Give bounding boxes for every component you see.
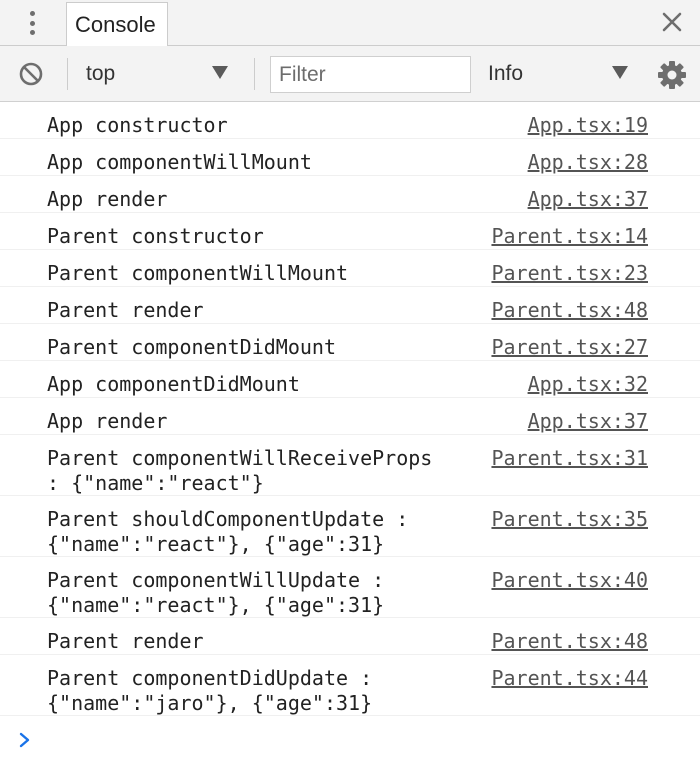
message-text: App render [47, 187, 168, 211]
console-message: App componentWillMount App.tsx:28 [0, 139, 700, 176]
message-text: Parent componentWillMount [47, 261, 349, 285]
divider [67, 58, 68, 90]
devtools-tabbar: Console [0, 0, 700, 47]
gear-icon[interactable] [656, 59, 688, 91]
console-message: Parent render Parent.tsx:48 [0, 618, 700, 655]
more-options-icon[interactable] [22, 9, 42, 37]
tab-console[interactable]: Console [66, 2, 168, 47]
message-text: Parent constructor [47, 224, 264, 248]
source-link[interactable]: Parent.tsx:27 [491, 335, 648, 360]
message-text: App componentDidMount [47, 372, 300, 396]
clear-console-icon[interactable] [18, 61, 44, 87]
close-icon[interactable] [658, 8, 686, 36]
source-link[interactable]: Parent.tsx:48 [491, 629, 648, 654]
message-text: Parent shouldComponentUpdate : {"name":"… [47, 507, 409, 556]
message-text: Parent render [47, 298, 204, 322]
console-message: App componentDidMount App.tsx:32 [0, 361, 700, 398]
source-link[interactable]: Parent.tsx:48 [491, 298, 648, 323]
console-message: Parent componentWillMount Parent.tsx:23 [0, 250, 700, 287]
context-selector[interactable]: top [86, 60, 115, 88]
console-message: Parent componentDidUpdate : {"name":"jar… [0, 655, 700, 716]
console-toolbar: top Info [0, 46, 700, 102]
message-text: Parent componentWillUpdate : {"name":"re… [47, 568, 385, 617]
source-link[interactable]: App.tsx:37 [528, 409, 648, 434]
context-dropdown-icon[interactable] [212, 66, 228, 79]
level-dropdown-icon[interactable] [612, 66, 628, 79]
message-text: App constructor [47, 113, 228, 137]
console-message: Parent componentDidMount Parent.tsx:27 [0, 324, 700, 361]
console-message: Parent shouldComponentUpdate : {"name":"… [0, 496, 700, 557]
source-link[interactable]: Parent.tsx:31 [491, 446, 648, 471]
message-text: Parent componentDidUpdate : {"name":"jar… [47, 666, 373, 715]
message-text: Parent componentWillReceiveProps : {"nam… [47, 446, 433, 495]
message-text: App componentWillMount [47, 150, 312, 174]
console-message: Parent componentWillUpdate : {"name":"re… [0, 557, 700, 618]
source-link[interactable]: Parent.tsx:23 [491, 261, 648, 286]
source-link[interactable]: Parent.tsx:40 [491, 568, 648, 593]
console-messages: App constructor App.tsx:19 App componentWi… [0, 102, 700, 716]
console-message: Parent render Parent.tsx:48 [0, 287, 700, 324]
console-message: Parent componentWillReceiveProps : {"nam… [0, 435, 700, 496]
source-link[interactable]: App.tsx:32 [528, 372, 648, 397]
console-message: Parent constructor Parent.tsx:14 [0, 213, 700, 250]
console-message: App constructor App.tsx:19 [0, 102, 700, 139]
source-link[interactable]: App.tsx:19 [528, 113, 648, 138]
source-link[interactable]: Parent.tsx:44 [491, 666, 648, 691]
console-prompt-icon[interactable] [15, 728, 35, 752]
message-text: App render [47, 409, 168, 433]
log-level-selector[interactable]: Info [488, 60, 523, 88]
source-link[interactable]: Parent.tsx:35 [491, 507, 648, 532]
console-message: App render App.tsx:37 [0, 176, 700, 213]
filter-input[interactable] [270, 56, 471, 93]
source-link[interactable]: App.tsx:37 [528, 187, 648, 212]
source-link[interactable]: Parent.tsx:14 [491, 224, 648, 249]
source-link[interactable]: App.tsx:28 [528, 150, 648, 175]
message-text: Parent render [47, 629, 204, 653]
console-message: App render App.tsx:37 [0, 398, 700, 435]
message-text: Parent componentDidMount [47, 335, 336, 359]
divider [254, 58, 255, 90]
